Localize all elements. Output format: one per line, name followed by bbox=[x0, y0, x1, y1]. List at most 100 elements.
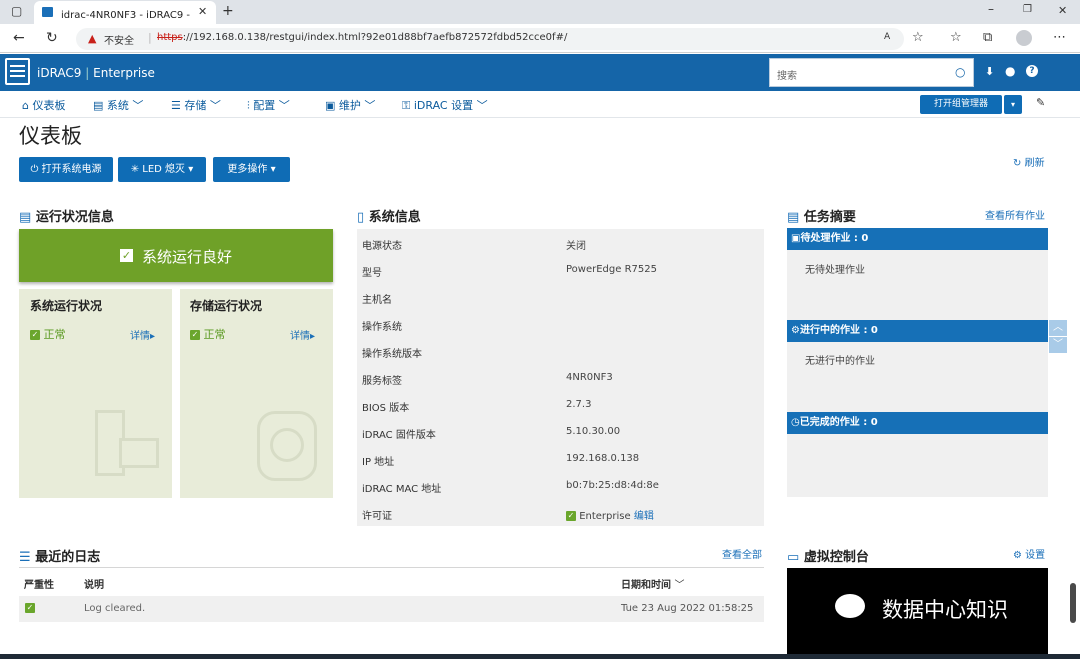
group-manager-label: 打开组管理器 bbox=[933, 99, 988, 109]
window-close-icon[interactable]: ✕ bbox=[1058, 5, 1067, 16]
system-health-status: ✓ 正常 bbox=[30, 326, 66, 342]
sysinfo-value: 2.7.3 bbox=[566, 399, 592, 410]
caret-right-icon: ▸ bbox=[150, 331, 156, 342]
console-settings-label: 设置 bbox=[1025, 550, 1046, 561]
storage-health-detail-label: 详情 bbox=[290, 331, 310, 342]
wechat-icon bbox=[835, 594, 865, 618]
url-text[interactable]: https://192.168.0.138/restgui/index.html… bbox=[157, 32, 567, 43]
group-manager-button[interactable]: 打开组管理器 bbox=[920, 95, 1002, 114]
tab-actions-icon[interactable]: ▢ bbox=[11, 5, 22, 17]
nav-storage[interactable]: ☰ 存储 ﹀ bbox=[171, 97, 221, 113]
power-on-label: 打开系统电源 bbox=[41, 164, 102, 175]
restore-icon[interactable]: ❐ bbox=[1023, 5, 1032, 15]
health-doc-icon: ▤ bbox=[19, 210, 32, 225]
collections-icon[interactable]: ⧉ bbox=[983, 31, 992, 44]
col-datetime-label: 日期和时间 bbox=[621, 580, 671, 591]
jobs-icon[interactable]: ⬇ bbox=[985, 65, 994, 78]
security-label[interactable]: 不安全 bbox=[104, 32, 134, 47]
nav-maintenance-label: 维护 bbox=[338, 99, 361, 112]
completed-jobs-header: ◷已完成的作业 : 0 bbox=[787, 412, 1048, 434]
config-icon: ⫶ bbox=[247, 99, 250, 112]
table-row[interactable]: ✓ Log cleared. Tue 23 Aug 2022 01:58:25 bbox=[19, 596, 764, 622]
console-title: 虚拟控制台 bbox=[803, 550, 869, 565]
reload-icon[interactable]: ↻ bbox=[46, 31, 58, 45]
nav-idrac-settings[interactable]: ⚿ iDRAC 设置 ﹀ bbox=[402, 97, 488, 113]
os-taskbar bbox=[0, 654, 1080, 659]
chevron-down-icon: ﹀ bbox=[209, 99, 221, 112]
chevron-down-icon: ﹀ bbox=[278, 99, 290, 112]
refresh-link[interactable]: ↻ 刷新 bbox=[1013, 154, 1045, 169]
console-settings-link[interactable]: ⚙ 设置 bbox=[1013, 546, 1045, 561]
pin-icon[interactable]: ✎ bbox=[1036, 97, 1045, 108]
led-button[interactable]: ✳ LED 熄灭 ▾ bbox=[118, 157, 206, 182]
tasks-panel: ▣待处理作业 : 0 无待处理作业 ⚙进行中的作业 : 0 无进行中的作业 ◷已… bbox=[787, 228, 1048, 497]
sysinfo-value: b0:7b:25:d8:4d:8e bbox=[566, 480, 659, 491]
view-all-logs-link[interactable]: 查看全部 bbox=[722, 546, 762, 561]
sysinfo-value: 关闭 bbox=[566, 241, 586, 252]
storage-health-detail-link[interactable]: 详情▸ bbox=[290, 327, 315, 342]
view-all-jobs-link[interactable]: 查看所有作业 bbox=[985, 207, 1045, 222]
favorite-add-icon[interactable]: ☆ bbox=[912, 31, 924, 44]
new-tab-icon[interactable]: + bbox=[222, 4, 234, 18]
address-separator: | bbox=[148, 31, 152, 44]
minimize-icon[interactable]: – bbox=[988, 3, 994, 15]
system-health-detail-link[interactable]: 详情▸ bbox=[130, 327, 155, 342]
sysinfo-label: 电源状态 bbox=[362, 241, 402, 252]
caret-down-icon: ▾ bbox=[270, 164, 276, 175]
console-preview[interactable]: 数据中心知识 bbox=[787, 568, 1048, 654]
tab-close-icon[interactable]: ✕ bbox=[198, 6, 207, 17]
log-datetime: Tue 23 Aug 2022 01:58:25 bbox=[621, 603, 754, 614]
nav-maintenance[interactable]: ▣ 维护 ﹀ bbox=[325, 97, 375, 113]
page-title: 仪表板 bbox=[19, 124, 82, 148]
disk-platter-shape bbox=[270, 428, 304, 462]
nav-dashboard[interactable]: ⌂ 仪表板 bbox=[22, 97, 65, 113]
license-edit-link[interactable]: 编辑 bbox=[634, 511, 654, 522]
search-icon[interactable]: ○ bbox=[955, 65, 965, 79]
list-icon: ☰ bbox=[19, 550, 31, 565]
url-scheme: https bbox=[157, 32, 183, 43]
settings-key-icon: ⚿ bbox=[402, 99, 411, 112]
scroll-up-button[interactable]: ︿ bbox=[1049, 320, 1067, 336]
sysinfo-label: IP 地址 bbox=[362, 457, 395, 468]
check-icon: ✓ bbox=[30, 330, 40, 340]
console-watermark: 数据中心知识 bbox=[882, 598, 1008, 622]
user-icon[interactable]: ● bbox=[1005, 64, 1015, 78]
sort-chevron-icon: ﹀ bbox=[674, 580, 685, 591]
page-scrollbar[interactable] bbox=[1070, 583, 1076, 623]
more-actions-button[interactable]: 更多操作 ▾ bbox=[213, 157, 290, 182]
power-on-button[interactable]: ⏻ 打开系统电源 bbox=[19, 157, 113, 182]
back-icon[interactable]: ← bbox=[13, 31, 25, 45]
favicon-icon bbox=[42, 7, 53, 17]
brand-name: iDRAC9 bbox=[37, 66, 82, 80]
col-description[interactable]: 说明 bbox=[84, 576, 104, 591]
col-datetime[interactable]: 日期和时间 ﹀ bbox=[621, 576, 684, 591]
profile-avatar[interactable] bbox=[1016, 30, 1032, 46]
sysinfo-title: 系统信息 bbox=[368, 210, 421, 225]
idrac-logo-icon bbox=[5, 58, 30, 85]
nav-system[interactable]: ▤ 系统 ﹀ bbox=[93, 97, 143, 113]
caret-down-icon: ▾ bbox=[188, 164, 194, 175]
system-health-title: 系统运行状况 bbox=[30, 299, 103, 313]
check-icon: ✓ bbox=[120, 249, 133, 262]
search-input[interactable]: 搜索 ○ bbox=[769, 58, 974, 87]
help-icon[interactable]: ? bbox=[1026, 65, 1038, 77]
more-menu-icon[interactable]: ⋯ bbox=[1053, 31, 1066, 44]
group-manager-dropdown[interactable]: ▾ bbox=[1004, 95, 1022, 114]
storage-health-status: ✓ 正常 bbox=[190, 326, 226, 342]
chevron-down-icon: ﹀ bbox=[476, 99, 488, 112]
read-aloud-icon[interactable]: A bbox=[884, 33, 890, 42]
browser-tab[interactable]: idrac-4NR0NF3 - iDRAC9 - 仪表 ✕ bbox=[34, 1, 216, 24]
brand-title: iDRAC9 | Enterprise bbox=[37, 66, 155, 80]
favorites-icon[interactable]: ☆ bbox=[950, 31, 962, 44]
scroll-down-button[interactable]: ﹀ bbox=[1049, 337, 1067, 353]
logo-line-3 bbox=[10, 75, 25, 77]
power-icon: ⏻ bbox=[30, 164, 39, 175]
sysinfo-label: BIOS 版本 bbox=[362, 403, 410, 414]
nav-config[interactable]: ⫶ 配置 ﹀ bbox=[247, 97, 290, 113]
sysinfo-label: 服务标签 bbox=[362, 376, 402, 387]
col-severity[interactable]: 严重性 bbox=[24, 576, 54, 591]
sysinfo-value: PowerEdge R7525 bbox=[566, 264, 657, 275]
server-watermark-icon bbox=[95, 410, 159, 478]
completed-title: 已完成的作业 : 0 bbox=[799, 417, 878, 428]
tasks-section-title: ▤ 任务摘要 bbox=[787, 206, 856, 225]
